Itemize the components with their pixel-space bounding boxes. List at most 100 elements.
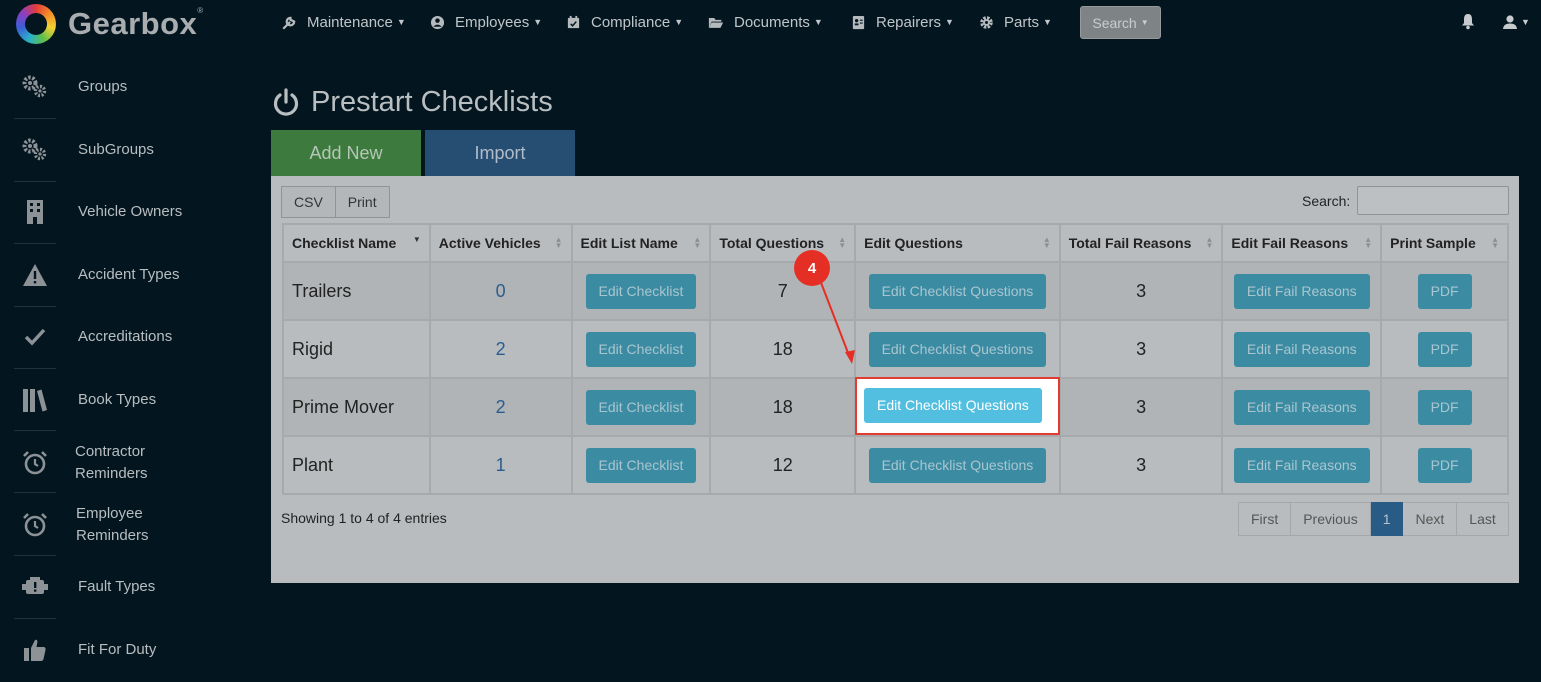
nav-label: Compliance [591, 13, 671, 31]
step-badge: 4 [794, 250, 830, 286]
pagination-first[interactable]: First [1238, 502, 1292, 536]
address-card-icon [850, 14, 866, 30]
edit-fail-reasons-button[interactable]: Edit Fail Reasons [1233, 273, 1370, 309]
edit-checklist-questions-button[interactable]: Edit Checklist Questions [868, 331, 1047, 367]
check-icon [20, 322, 50, 352]
edit-checklist-button[interactable]: Edit Checklist [585, 447, 697, 483]
alarm-clock-icon [20, 448, 50, 478]
sidebar-item-vehicle-owners[interactable]: Vehicle Owners [0, 193, 210, 231]
sidebar-item-label: Contractor Reminders [75, 443, 148, 482]
sidebar-item-label: Employee Reminders [76, 505, 149, 544]
power-icon [273, 87, 299, 116]
sort-icon: ▲ ▼ [1205, 235, 1214, 250]
nav-maintenance[interactable]: Maintenance ▼ [281, 0, 406, 44]
pdf-button[interactable]: PDF [1417, 273, 1472, 309]
edit-checklist-questions-button[interactable]: Edit Checklist Questions [868, 273, 1047, 309]
col-header-checklist-name[interactable]: Checklist Name ▼ [282, 223, 431, 263]
pagination-previous[interactable]: Previous [1291, 502, 1371, 536]
edit-checklist-button[interactable]: Edit Checklist [585, 273, 697, 309]
pdf-button[interactable]: PDF [1417, 389, 1472, 425]
col-header-total-fail-reasons[interactable]: Total Fail Reasons ▲ ▼ [1058, 223, 1224, 263]
pagination-next[interactable]: Next [1403, 502, 1458, 536]
col-header-edit-questions[interactable]: Edit Questions ▲ ▼ [854, 223, 1061, 263]
caret-down-icon: ▼ [945, 17, 954, 27]
export-buttons: CSV Print [281, 186, 390, 218]
nav-employees[interactable]: Employees ▼ [429, 0, 542, 44]
table-row: Trailers 0 Edit Checklist 7 Edit Checkli… [282, 261, 1509, 321]
sidebar-item-label: Fault Types [78, 578, 156, 595]
pagination-last[interactable]: Last [1457, 502, 1509, 536]
print-button[interactable]: Print [335, 186, 390, 218]
nav-label: Repairers [876, 13, 942, 31]
thumbs-up-icon [20, 635, 50, 665]
nav-documents[interactable]: Documents ▼ [708, 0, 823, 44]
total-questions: 18 [709, 377, 857, 437]
user-icon [1503, 15, 1517, 29]
import-button[interactable]: Import [425, 130, 575, 176]
nav-repairers[interactable]: Repairers ▼ [850, 0, 954, 44]
col-header-print-sample[interactable]: Print Sample ▲ ▼ [1380, 223, 1509, 263]
global-search-button[interactable]: Search ▼ [1080, 6, 1161, 39]
edit-checklist-button[interactable]: Edit Checklist [585, 389, 697, 425]
col-header-edit-fail-reasons[interactable]: Edit Fail Reasons ▲ ▼ [1221, 223, 1383, 263]
sidebar-divider [14, 118, 56, 119]
csv-button[interactable]: CSV [281, 186, 336, 218]
sidebar-item-accreditations[interactable]: Accreditations [0, 318, 210, 356]
sidebar-divider [14, 618, 56, 619]
col-header-edit-list-name[interactable]: Edit List Name ▲ ▼ [570, 223, 712, 263]
edit-checklist-questions-button-highlighted[interactable]: Edit Checklist Questions [864, 388, 1042, 423]
sidebar-item-label: Book Types [78, 391, 157, 408]
checklists-table: Checklist Name ▼ Active Vehicles ▲ ▼ Edit L… [282, 223, 1509, 495]
sidebar-item-contractor-reminders[interactable]: Contractor Reminders [0, 440, 210, 486]
sidebar-item-accident-types[interactable]: Accident Types [0, 256, 210, 294]
sidebar-item-label: Accident Types [78, 266, 180, 283]
pagination-page-1[interactable]: 1 [1370, 502, 1404, 536]
nav-compliance[interactable]: Compliance ▼ [565, 0, 683, 44]
active-vehicles-link[interactable]: 2 [428, 377, 573, 437]
sidebar-item-fault-types[interactable]: Fault Types [0, 568, 210, 606]
nav-parts[interactable]: Parts ▼ [978, 0, 1052, 44]
edit-checklist-button[interactable]: Edit Checklist [585, 331, 697, 367]
page-title-text: Prestart Checklists [311, 86, 553, 118]
notifications-bell-icon[interactable] [1460, 13, 1476, 31]
col-header-active-vehicles[interactable]: Active Vehicles ▲ ▼ [428, 223, 573, 263]
top-navbar: Gearbox® Maintenance ▼ Employees ▼ Complia… [0, 0, 1541, 46]
total-questions: 12 [709, 435, 857, 495]
caret-down-icon: ▼ [1043, 17, 1052, 27]
edit-fail-reasons-button[interactable]: Edit Fail Reasons [1233, 331, 1370, 367]
col-header-label: Checklist Name [292, 235, 397, 251]
sort-icon: ▲ ▼ [693, 235, 702, 250]
pdf-button[interactable]: PDF [1417, 331, 1472, 367]
sidebar-item-book-types[interactable]: Book Types [0, 381, 210, 419]
col-header-label: Edit List Name [580, 235, 678, 251]
edit-fail-reasons-button[interactable]: Edit Fail Reasons [1233, 447, 1370, 483]
active-vehicles-link[interactable]: 2 [428, 319, 573, 379]
sidebar-item-fit-for-duty[interactable]: Fit For Duty [0, 631, 210, 669]
table-search-input[interactable] [1357, 186, 1509, 215]
pdf-button[interactable]: PDF [1417, 447, 1472, 483]
add-new-button[interactable]: Add New [271, 130, 421, 176]
edit-checklist-questions-button[interactable]: Edit Checklist Questions [868, 447, 1047, 483]
col-header-total-questions[interactable]: Total Questions ▲ ▼ [709, 223, 857, 263]
building-icon [20, 197, 50, 227]
user-menu[interactable]: ▼ [1502, 13, 1532, 31]
total-fail-reasons: 3 [1058, 261, 1224, 321]
caret-down-icon: ▼ [1521, 17, 1530, 27]
sidebar-item-label: Accreditations [78, 328, 173, 345]
folder-open-icon [708, 14, 724, 30]
app-logo[interactable]: Gearbox® [16, 4, 204, 44]
alarm-clock-icon [20, 510, 50, 540]
col-header-label: Edit Questions [864, 235, 963, 251]
active-vehicles-link[interactable]: 1 [428, 435, 573, 495]
edit-fail-reasons-button[interactable]: Edit Fail Reasons [1233, 389, 1370, 425]
sidebar-divider [14, 492, 56, 493]
checklist-name: Rigid [282, 319, 431, 379]
app-name: Gearbox [68, 6, 198, 41]
sidebar-item-employee-reminders[interactable]: Employee Reminders [0, 502, 210, 548]
active-vehicles-link[interactable]: 0 [428, 261, 573, 321]
nav-label: Documents [734, 13, 810, 31]
sidebar-item-groups[interactable]: Groups [0, 68, 210, 106]
total-questions: 7 [709, 261, 857, 321]
sidebar-item-subgroups[interactable]: SubGroups [0, 131, 210, 169]
table-header-row: Checklist Name ▼ Active Vehicles ▲ ▼ Edit L… [282, 223, 1509, 263]
